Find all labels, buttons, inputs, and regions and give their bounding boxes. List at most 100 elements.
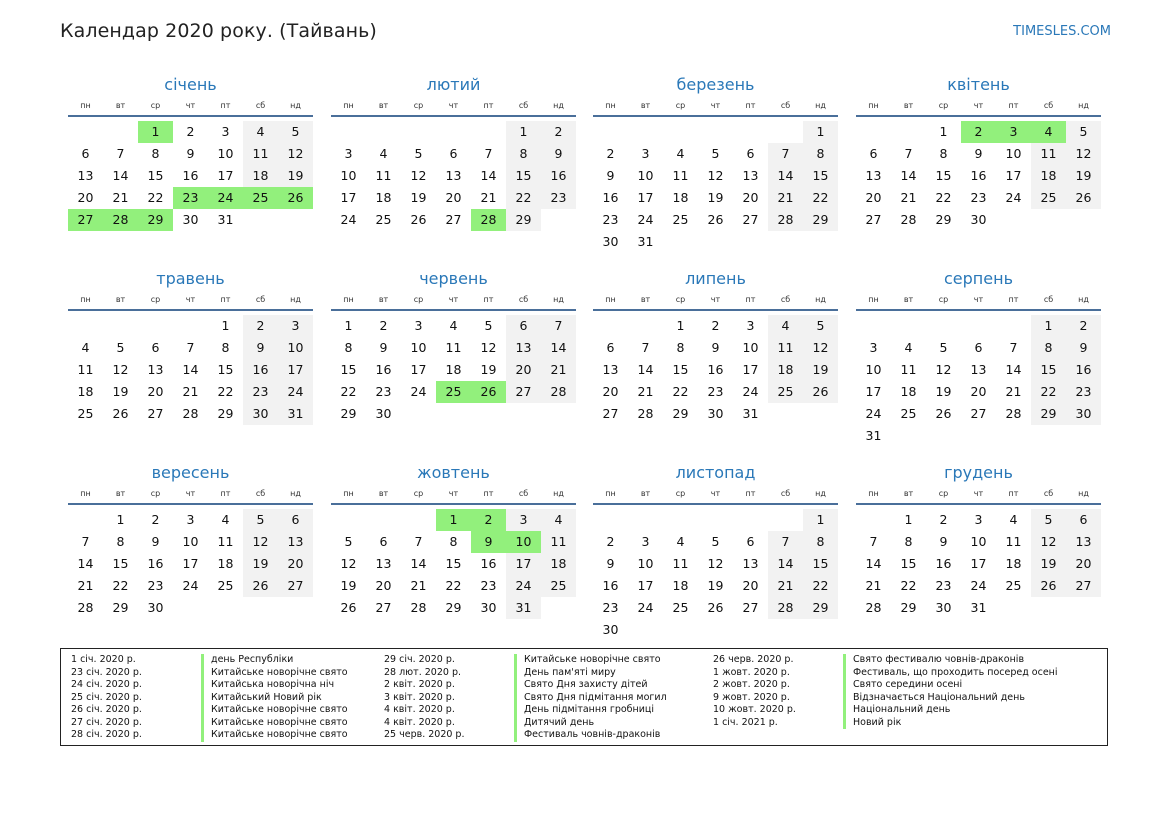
day-cell: 3 (221, 124, 230, 139)
day-cell: 28 (768, 597, 803, 619)
day-cell: 29 (340, 406, 357, 421)
week-row: 13 14 15 16 17 18 19 (68, 165, 313, 187)
day-cell: 15 (147, 168, 164, 183)
day-cell: 11 (672, 168, 689, 183)
weekday-label: ср (413, 489, 424, 498)
day-cell: 3 (506, 509, 541, 531)
weekday-label: ср (413, 295, 424, 304)
empty-cell (628, 619, 663, 641)
day-cell: 25 (541, 575, 576, 597)
weekday-label: нд (815, 101, 826, 110)
week-row: 30 (593, 619, 838, 641)
day-cell: 4 (676, 146, 685, 161)
empty-cell (891, 425, 926, 447)
week-row: 27 28 29 30 31 (593, 403, 838, 425)
day-cell: 10 (410, 340, 427, 355)
day-cell: 20 (445, 190, 462, 205)
day-cell: 2 (606, 146, 615, 161)
day-cell: 14 (77, 556, 94, 571)
week-row: 123 (68, 315, 313, 337)
day-cell: 28 (637, 406, 654, 421)
day-cell: 18 (445, 362, 462, 377)
day-cell: 19 (480, 362, 497, 377)
day-cell: 15 (935, 168, 952, 183)
holiday-name: День підмітання гробниці (514, 704, 654, 717)
weekday-label: чт (185, 489, 196, 498)
day-cell: 9 (606, 168, 615, 183)
week-row: 9 10 11 12 13 14 15 (593, 165, 838, 187)
day-cell: 19 (1066, 165, 1101, 187)
day-cell: 21 (637, 384, 654, 399)
weekday-header: пн вт ср чт пт сб нд (856, 292, 1101, 308)
day-cell: 10 (506, 531, 541, 553)
weekday-label: вт (115, 101, 126, 110)
empty-cell (733, 121, 768, 143)
weekday-label: ср (938, 101, 949, 110)
day-cell: 13 (742, 556, 759, 571)
weekday-label: пн (605, 489, 616, 498)
day-cell: 17 (506, 553, 541, 575)
empty-cell (208, 597, 243, 619)
day-cell: 16 (480, 556, 497, 571)
month-block: березень пн вт ср чт пт сб нд 1 2 3 4 5 6 7 8 9 10 11 12 13 1… (593, 74, 838, 253)
week-row: 3 4 5 6 789 (856, 337, 1101, 359)
empty-cell (541, 209, 576, 231)
empty-cell (733, 231, 768, 253)
month-block: листопад пн вт ср чт пт сб нд 1 2 3 4 5 6 7 8 9 10 11 12 13 1… (593, 462, 838, 641)
empty-cell (891, 315, 926, 337)
weekday-label: вт (640, 101, 651, 110)
empty-cell (243, 597, 278, 619)
week-row: 1 2 345 (593, 315, 838, 337)
day-cell: 11 (672, 556, 689, 571)
month-block: січень пн вт ср чт пт сб нд 1 2 3 4 5 6 7 8 9 10 11 12 13 14 1… (68, 74, 313, 231)
holiday-date: 9 жовт. 2020 р. (713, 691, 790, 703)
month-name: червень (419, 269, 488, 288)
day-cell: 10 (1005, 146, 1022, 161)
day-cell: 24 (182, 578, 199, 593)
day-cell: 12 (707, 168, 724, 183)
month-name: жовтень (417, 463, 490, 482)
day-cell: 25 (1031, 187, 1066, 209)
empty-cell (506, 403, 541, 425)
day-cell: 19 (243, 553, 278, 575)
holiday-name: Китайське новорічне свято (201, 729, 348, 742)
holiday-name: Китайська новорічна ніч (201, 679, 334, 692)
day-cell: 6 (379, 534, 388, 549)
empty-cell (68, 315, 103, 337)
week-row: 11 12 13 14 15 16 17 (68, 359, 313, 381)
day-cell: 16 (602, 190, 619, 205)
weekday-label: пн (868, 101, 879, 110)
day-cell: 31 (742, 406, 759, 421)
weekday-label: сб (518, 489, 529, 498)
site-link[interactable]: TIMESLES.COM (1013, 24, 1111, 39)
empty-cell (278, 209, 313, 231)
day-cell: 9 (606, 556, 615, 571)
day-cell: 8 (344, 340, 353, 355)
week-row: 22 23 24 25 26 27 28 (331, 381, 576, 403)
week-row: 20 21 22 23 24 25 26 (68, 187, 313, 209)
day-cell: 28 (471, 209, 506, 231)
empty-cell (331, 509, 366, 531)
day-cell: 26 (1066, 187, 1101, 209)
day-cell: 30 (1066, 403, 1101, 425)
holiday-legend: 1 січ. 2020 р. день Республіки 23 січ. 202… (60, 648, 1108, 746)
weekday-label: чт (448, 295, 459, 304)
holiday-date: 4 квіт. 2020 р. (384, 716, 455, 728)
day-cell: 5 (711, 146, 720, 161)
day-cell: 11 (445, 340, 462, 355)
day-cell: 6 (81, 146, 90, 161)
day-cell: 23 (480, 578, 497, 593)
day-cell: 7 (81, 534, 90, 549)
day-cell: 16 (541, 165, 576, 187)
day-cell: 2 (186, 124, 195, 139)
empty-cell (541, 403, 576, 425)
divider (331, 503, 576, 505)
week-row: 14 15 16 17 18 19 20 (68, 553, 313, 575)
day-cell: 7 (641, 340, 650, 355)
weekday-label: пн (80, 295, 91, 304)
day-cell: 16 (707, 362, 724, 377)
day-cell: 29 (672, 406, 689, 421)
day-cell: 19 (410, 190, 427, 205)
empty-cell (996, 209, 1031, 231)
day-cell: 31 (970, 600, 987, 615)
